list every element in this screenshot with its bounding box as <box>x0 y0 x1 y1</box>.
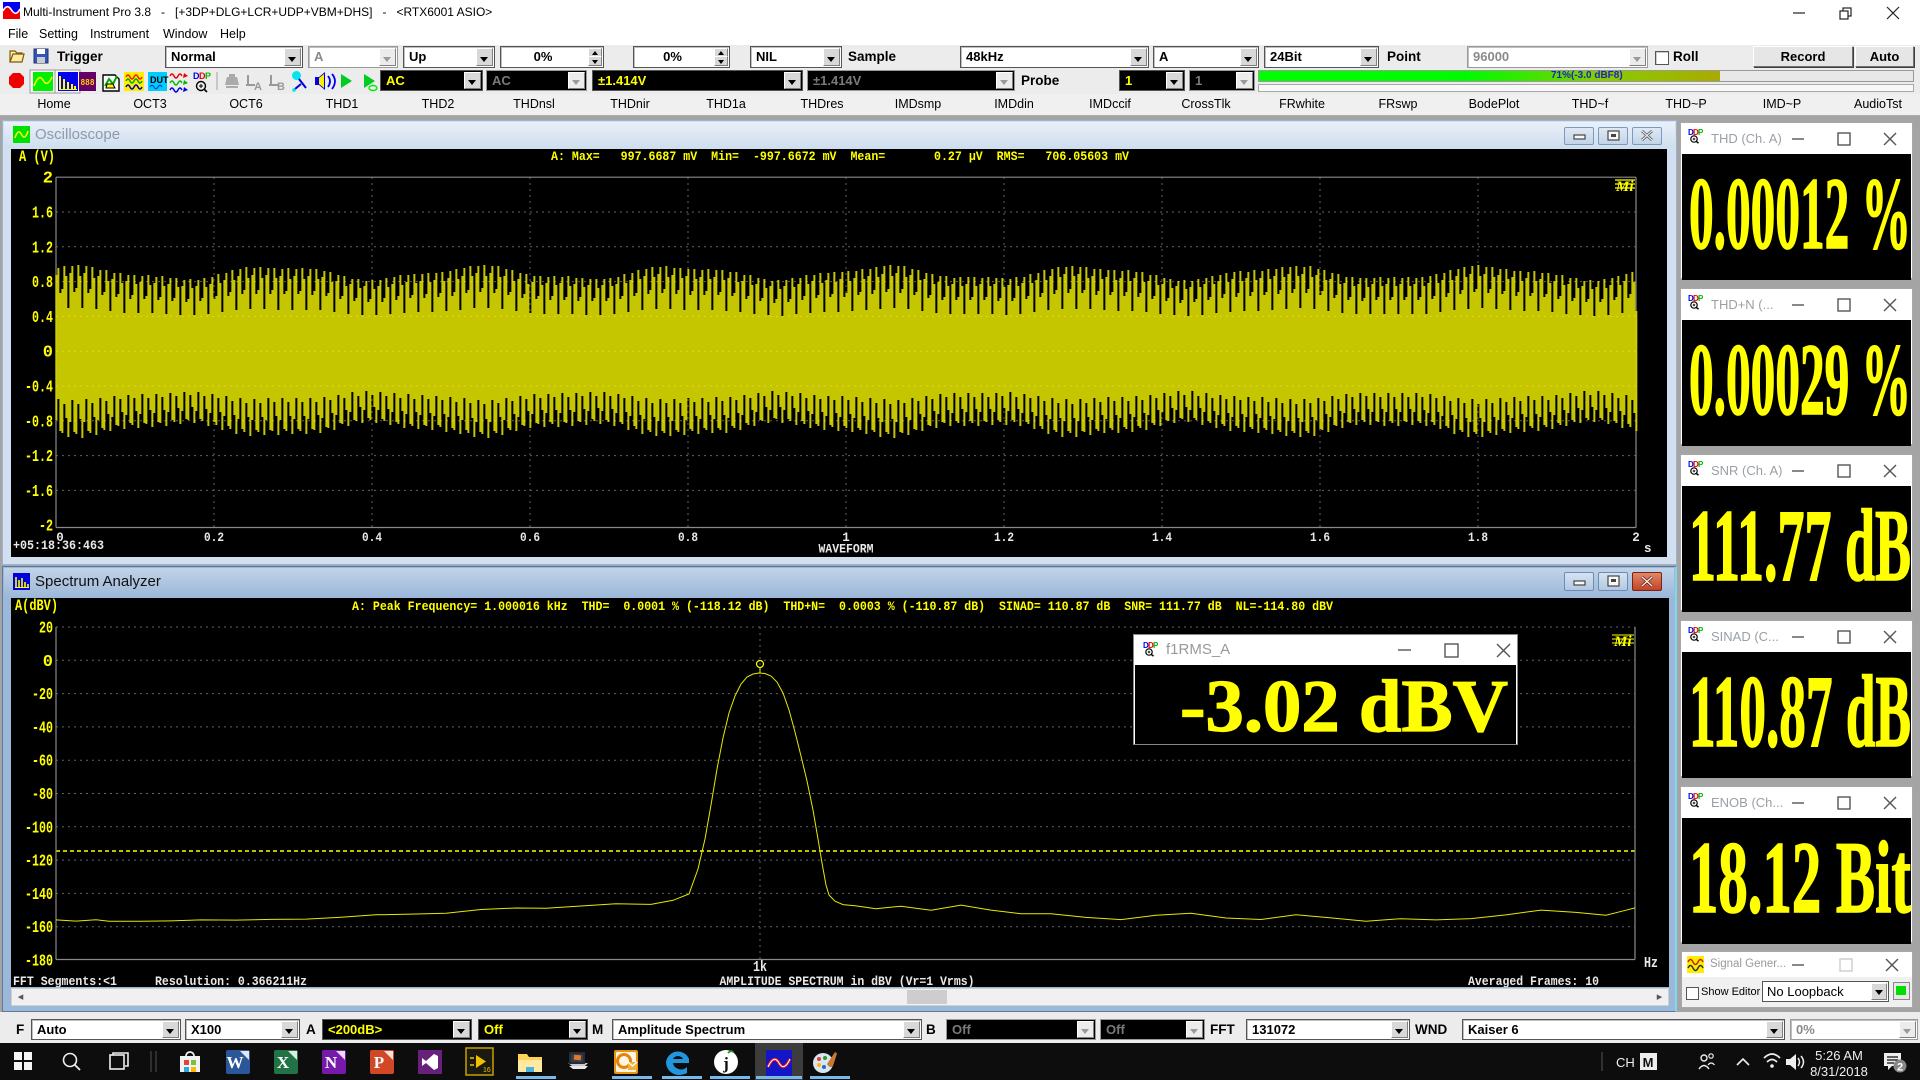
svg-text:j: j <box>722 1054 729 1073</box>
svg-text:M: M <box>1643 1055 1654 1070</box>
svg-text:5:26 AM: 5:26 AM <box>1815 1048 1863 1063</box>
svg-text:W: W <box>227 1053 244 1072</box>
svg-text:16: 16 <box>483 1067 491 1074</box>
svg-text:X: X <box>277 1053 290 1072</box>
svg-text:P: P <box>374 1053 384 1072</box>
svg-text:N: N <box>325 1053 338 1072</box>
svg-text:CH: CH <box>1616 1055 1635 1070</box>
svg-text:8/31/2018: 8/31/2018 <box>1810 1064 1868 1079</box>
svg-text:2: 2 <box>1897 1062 1903 1074</box>
